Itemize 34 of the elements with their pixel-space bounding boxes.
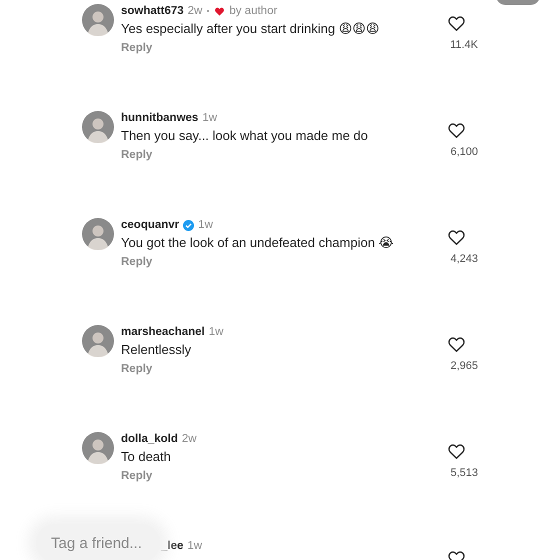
heart-icon[interactable]: [446, 442, 466, 461]
timestamp: 1w: [198, 219, 213, 231]
avatar[interactable]: [82, 111, 114, 143]
username[interactable]: marsheachanel: [121, 326, 205, 338]
avatar[interactable]: [82, 4, 114, 36]
timestamp: 1w: [208, 326, 224, 338]
input-field[interactable]: Tag a friend...: [36, 524, 160, 560]
like-count: 5,513: [450, 467, 478, 479]
timestamp: 2w: [188, 5, 202, 17]
username[interactable]: _lee: [161, 540, 184, 552]
comment-text: Yes especially after you start drinking 😩😩😩: [121, 21, 380, 37]
heart-icon[interactable]: [446, 335, 466, 354]
timestamp: 1w: [187, 540, 202, 552]
comment-text: To death: [121, 449, 171, 465]
comment-text: Relentlessly: [121, 342, 192, 358]
avatar[interactable]: [82, 325, 114, 357]
avatar[interactable]: [82, 432, 114, 464]
avatar[interactable]: [82, 218, 114, 250]
like-count: 6,100: [450, 146, 478, 158]
username[interactable]: sowhatt673: [121, 5, 184, 17]
timestamp: 1w: [202, 112, 218, 124]
username[interactable]: ceoquanvr: [121, 219, 180, 231]
like-count: 2,965: [450, 360, 478, 372]
like-count: 11.4K: [450, 39, 478, 51]
username[interactable]: hunnitbanwes: [121, 112, 198, 124]
heart-icon[interactable]: [446, 228, 466, 247]
comment-text: Then you say... look what you made me do: [121, 128, 368, 144]
comment-text: You got the look of an undefeated champion 😭: [121, 235, 394, 251]
like-count: 4,243: [450, 253, 478, 265]
heart-icon[interactable]: [446, 14, 466, 33]
username[interactable]: dolla_kold: [121, 433, 178, 445]
heart-icon[interactable]: [446, 121, 466, 140]
author-label: by author: [229, 5, 278, 17]
timestamp: 2w: [182, 433, 197, 445]
